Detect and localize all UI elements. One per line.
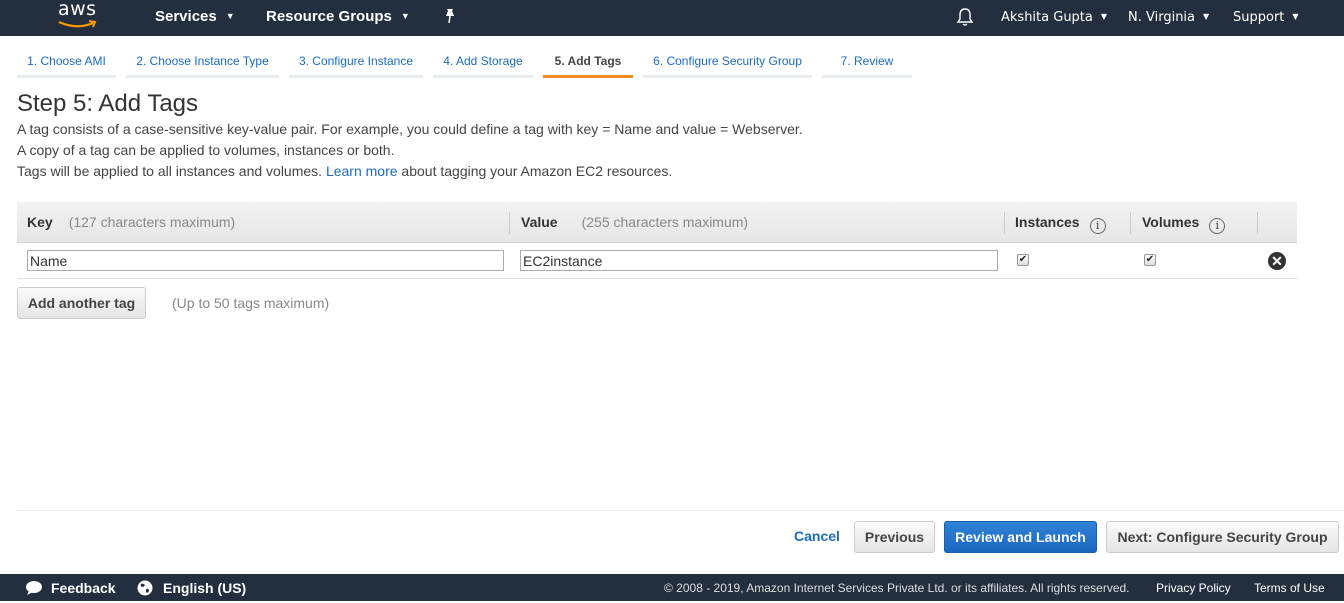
value-column-header: Value (255 characters maximum) [521, 214, 749, 230]
speech-bubble-icon [26, 581, 42, 595]
notifications-bell-icon[interactable] [956, 7, 974, 27]
info-icon[interactable]: i [1209, 218, 1226, 234]
description-line-1: A tag consists of a case-sensitive key-v… [17, 121, 803, 137]
column-divider [509, 212, 510, 234]
language-selector[interactable]: English (US) [137, 574, 246, 601]
aws-smile-icon [58, 20, 97, 28]
chevron-down-icon: ▼ [225, 11, 235, 21]
resource-groups-menu[interactable]: Resource Groups ▼ [266, 0, 410, 36]
step-add-tags[interactable]: 5. Add Tags [543, 48, 633, 78]
page-title: Step 5: Add Tags [17, 90, 199, 117]
user-menu[interactable]: Akshita Gupta ▼ [1001, 0, 1107, 36]
bottom-bar: Feedback English (US) © 2008 - 2019, Ama… [0, 574, 1344, 601]
cancel-button[interactable]: Cancel [794, 528, 840, 544]
terms-of-use-link[interactable]: Terms of Use [1254, 574, 1325, 603]
support-menu[interactable]: Support ▼ [1233, 0, 1299, 36]
instances-checkbox[interactable]: ✔ [1017, 254, 1029, 266]
step-review[interactable]: 7. Review [822, 48, 912, 78]
tag-value-input[interactable] [520, 250, 998, 271]
volumes-column-header: Volumes i [1142, 202, 1226, 243]
table-row: ✔ ✔ ✕ [17, 243, 1297, 279]
globe-icon [137, 580, 153, 596]
volumes-checkbox[interactable]: ✔ [1144, 254, 1156, 266]
tags-table-header: Key (127 characters maximum) Value (255 ch… [17, 202, 1297, 243]
pin-icon[interactable] [442, 8, 458, 26]
remove-tag-icon[interactable]: ✕ [1268, 252, 1286, 270]
add-another-tag-button[interactable]: Add another tag [17, 287, 146, 319]
region-menu[interactable]: N. Virginia ▼ [1128, 0, 1209, 36]
feedback-link[interactable]: Feedback [25, 574, 116, 601]
info-icon[interactable]: i [1089, 218, 1106, 234]
chevron-down-icon: ▼ [1203, 12, 1210, 21]
copyright-text: © 2008 - 2019, Amazon Internet Services … [664, 581, 1130, 595]
step-add-storage[interactable]: 4. Add Storage [433, 48, 533, 78]
privacy-policy-link[interactable]: Privacy Policy [1156, 574, 1231, 603]
chevron-down-icon: ▼ [1100, 12, 1108, 21]
top-navigation-bar: aws Services ▼ Resource Groups ▼ Akshita G… [0, 0, 1344, 36]
description-line-3: Tags will be applied to all instances an… [17, 163, 673, 179]
chevron-down-icon: ▼ [400, 11, 410, 21]
tag-key-input[interactable] [27, 250, 504, 271]
aws-logo[interactable]: aws [56, 0, 102, 36]
learn-more-link[interactable]: Learn more [326, 163, 398, 179]
step-configure-instance[interactable]: 3. Configure Instance [289, 48, 423, 78]
step-choose-instance-type[interactable]: 2. Choose Instance Type [126, 48, 279, 78]
description-line-2: A copy of a tag can be applied to volume… [17, 142, 395, 158]
column-divider [1004, 212, 1005, 234]
review-and-launch-button[interactable]: Review and Launch [944, 521, 1097, 553]
column-divider [1130, 212, 1131, 234]
key-column-header: Key (127 characters maximum) [27, 214, 236, 230]
column-divider [1257, 212, 1258, 234]
services-menu[interactable]: Services ▼ [155, 0, 235, 36]
step-configure-security-group[interactable]: 6. Configure Security Group [643, 48, 812, 78]
tags-limit-hint: (Up to 50 tags maximum) [172, 295, 330, 311]
step-choose-ami[interactable]: 1. Choose AMI [17, 48, 116, 78]
instances-column-header: Instances i [1015, 202, 1106, 243]
divider [17, 510, 1344, 511]
previous-button[interactable]: Previous [854, 521, 935, 553]
next-configure-security-group-button[interactable]: Next: Configure Security Group [1106, 521, 1339, 553]
chevron-down-icon: ▼ [1292, 12, 1299, 21]
